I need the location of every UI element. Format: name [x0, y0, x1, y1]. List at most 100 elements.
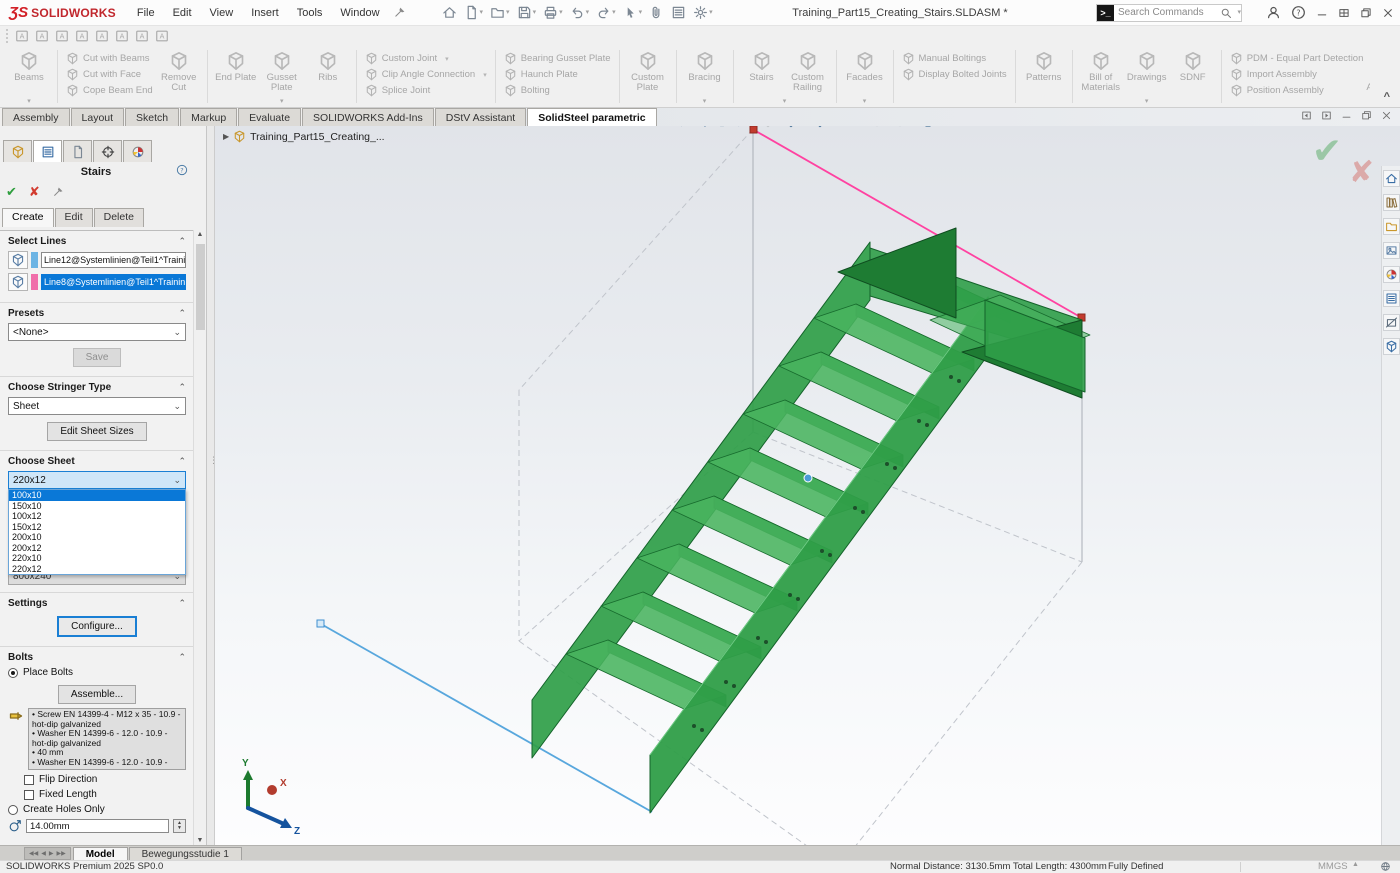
featuremanager-tree-tab[interactable] [3, 140, 32, 162]
qat-open-button[interactable]: ▾ [488, 5, 512, 20]
pin-menu-icon[interactable] [393, 6, 406, 19]
tab-markup[interactable]: Markup [180, 108, 237, 126]
sheet-option-220x10[interactable]: 220x10 [9, 553, 185, 564]
menu-view[interactable]: View [201, 6, 243, 20]
chevron-down-icon[interactable]: ▾ [533, 9, 537, 16]
section-view-button[interactable] [737, 126, 753, 128]
view-orientation-button[interactable]: ▾ [783, 126, 805, 128]
place-bolts-radio[interactable]: Place Bolts [8, 667, 186, 678]
assemble-button[interactable]: Assemble... [58, 685, 136, 704]
motion-study-tab[interactable]: Bewegungsstudie 1 [129, 847, 242, 860]
search-dropdown-icon[interactable]: ▾ [1237, 9, 1241, 16]
design-library-tab[interactable] [1383, 194, 1400, 211]
sheet-option-200x12[interactable]: 200x12 [9, 543, 185, 554]
user-button[interactable] [1266, 5, 1281, 20]
graphics-viewport[interactable]: Y Z X ▶ Training_Part15_Creating_... ▾▾▾… [215, 126, 1400, 845]
ribbon-item-beams[interactable]: Beams [6, 49, 52, 83]
collapse-chevron-icon[interactable]: ⌃ [178, 652, 186, 663]
group-menu-arrow-icon[interactable]: ▾ [1145, 97, 1149, 105]
line-endpoint-marker[interactable] [317, 620, 324, 627]
apply-scene-button[interactable]: ▾ [892, 126, 914, 128]
chevron-down-icon[interactable]: ▾ [559, 9, 563, 16]
chevron-down-icon[interactable]: ▾ [506, 9, 510, 16]
surface-finish-button[interactable]: A [55, 29, 69, 43]
tab-assembly[interactable]: Assembly [2, 108, 70, 126]
sheet-option-220x12[interactable]: 220x12 [9, 564, 185, 575]
group-menu-arrow-icon[interactable]: ▾ [863, 97, 867, 105]
fixed-length-checkbox[interactable]: Fixed Length [24, 789, 186, 800]
doc-restore-button[interactable] [1361, 110, 1372, 121]
scroll-up-icon[interactable]: ▲ [197, 231, 204, 238]
chevron-down-icon[interactable]: ▾ [639, 9, 643, 16]
layout-panes-button[interactable] [1338, 7, 1350, 19]
ribbon-item-manual-boltings[interactable]: Manual Boltings [899, 52, 1010, 65]
stairs-model[interactable] [532, 228, 1090, 813]
help-button[interactable]: ? [1291, 5, 1306, 20]
ribbon-item-sdnf[interactable]: SDNF [1170, 49, 1216, 83]
qat-home-button[interactable] [440, 5, 459, 20]
file-explorer-tab[interactable] [1383, 218, 1400, 235]
qat-new-document-button[interactable]: ▾ [462, 5, 486, 20]
spinner-buttons[interactable]: ▲▼ [173, 819, 186, 833]
previous-view-button[interactable] [714, 126, 730, 128]
qat-save-button[interactable]: ▾ [515, 5, 539, 20]
search-input[interactable]: Search Commands [1118, 7, 1216, 18]
crosshatch-button[interactable]: A [155, 29, 169, 43]
confirm-cancel-icon[interactable]: ✘ [1349, 158, 1374, 188]
balloon-button[interactable]: A [35, 29, 49, 43]
group-menu-arrow-icon[interactable]: ▾ [27, 97, 31, 105]
mode-tab-create[interactable]: Create [2, 208, 54, 227]
expand-arrow-icon[interactable]: ▶ [223, 132, 229, 141]
solidsteel-parametric-tab[interactable] [1383, 314, 1400, 331]
tab-sketch[interactable]: Sketch [125, 108, 179, 126]
mode-tab-edit[interactable]: Edit [55, 208, 93, 227]
line2-input[interactable]: Line8@Systemlinien@Teil1^Training_P [41, 274, 186, 290]
doc-minimize-button[interactable] [1341, 110, 1352, 121]
chevron-down-icon[interactable]: ▾ [483, 71, 487, 79]
ribbon-item-facades[interactable]: Facades [842, 49, 888, 83]
ok-check-icon[interactable]: ✔ [6, 185, 17, 200]
feature-tree-root[interactable]: ▶ Training_Part15_Creating_... [223, 130, 385, 143]
sheet-option-100x10[interactable]: 100x10 [9, 490, 185, 501]
show-left-pane-button[interactable] [1301, 110, 1312, 121]
restore-button[interactable] [1360, 7, 1372, 19]
view-palette-tab[interactable] [1383, 242, 1400, 259]
create-holes-only-radio[interactable]: Create Holes Only [8, 804, 186, 815]
line1-input[interactable]: Line12@Systemlinien@Teil1^Training_ [41, 252, 186, 268]
presets-select[interactable]: <None>⌄ [8, 323, 186, 341]
dimxpertmanager-tab[interactable] [93, 140, 122, 162]
collapse-chevron-icon[interactable]: ⌃ [178, 308, 186, 319]
scrollbar-thumb[interactable] [196, 244, 205, 330]
sheet-option-200x10[interactable]: 200x10 [9, 532, 185, 543]
ribbon-item-position-assembly[interactable]: Position Assembly [1227, 84, 1367, 97]
menu-tools[interactable]: Tools [288, 6, 332, 20]
zoom-to-area-button[interactable] [691, 126, 707, 128]
ribbon-item-stairs[interactable]: Stairs [739, 49, 785, 83]
datum-feature-button[interactable]: A [115, 29, 129, 43]
chevron-down-icon[interactable]: ▾ [586, 9, 590, 16]
datum-target-button[interactable]: A [135, 29, 149, 43]
minimize-button[interactable] [1316, 7, 1328, 19]
collapse-chevron-icon[interactable]: ⌃ [178, 598, 186, 609]
collapse-chevron-icon[interactable]: ⌃ [178, 236, 186, 247]
units-arrow-icon[interactable]: ▲ [1352, 861, 1359, 868]
close-button[interactable] [1382, 7, 1394, 19]
cancel-x-icon[interactable]: ✘ [29, 185, 40, 200]
chevron-down-icon[interactable]: ▾ [709, 9, 713, 16]
panel-splitter[interactable]: ⋮ [207, 126, 215, 845]
ribbon-item-custom-joint[interactable]: Custom Joint▾ [362, 52, 490, 65]
ribbon-item-bearing-gusset-plate[interactable]: Bearing Gusset Plate [501, 52, 614, 65]
tab-evaluate[interactable]: Evaluate [238, 108, 301, 126]
tab-solidworks-add-ins[interactable]: SOLIDWORKS Add-Ins [302, 108, 434, 126]
bolt-stack-list[interactable]: • Screw EN 14399-4 - M12 x 35 - 10.9 - h… [28, 708, 186, 770]
show-right-pane-button[interactable] [1321, 110, 1332, 121]
scroll-down-icon[interactable]: ▼ [197, 837, 204, 844]
tab-dstv-assistant[interactable]: DStV Assistant [435, 108, 526, 126]
ribbon-item-ribs[interactable]: Ribs [305, 49, 351, 83]
collapse-chevron-icon[interactable]: ⌃ [178, 382, 186, 393]
menu-file[interactable]: File [128, 6, 164, 20]
note-button[interactable]: A [15, 29, 29, 43]
weld-symbol-button[interactable]: A [75, 29, 89, 43]
units-selector[interactable]: MMGS [1318, 861, 1348, 872]
search-icon[interactable] [1220, 7, 1232, 19]
